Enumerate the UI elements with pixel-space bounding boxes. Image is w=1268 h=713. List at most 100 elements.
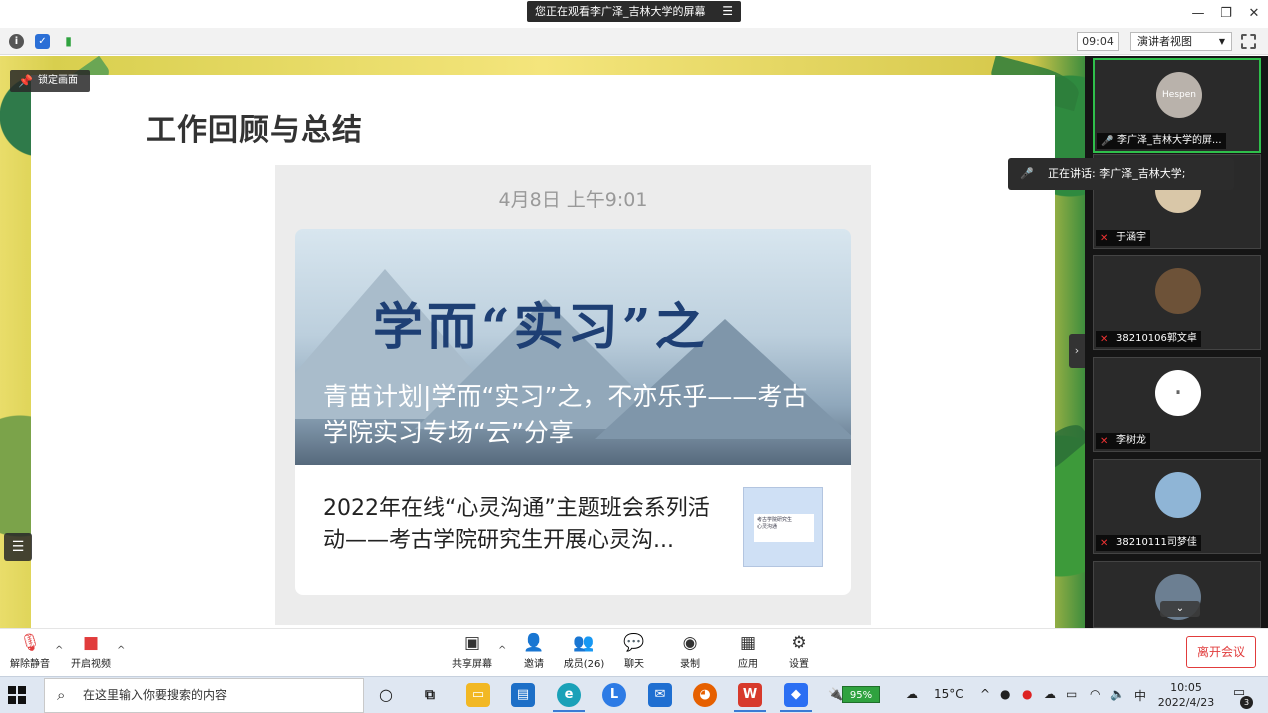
thumbnail-title: 考古学院研究生 (757, 517, 793, 523)
members-button[interactable]: 👥 成员(26) (556, 633, 612, 670)
article-card: 2022年在线“心灵沟通”主题班会系列活动——考古学院研究生开展心灵沟... 考… (295, 465, 851, 595)
avatar: ⏸ (1155, 370, 1201, 416)
apps-label: 应用 (738, 659, 758, 670)
meeting-timer: 09:04 (1077, 32, 1119, 51)
close-button[interactable]: ✕ (1244, 4, 1264, 24)
invite-button[interactable]: 👤 邀请 (506, 633, 562, 670)
cortana-icon[interactable]: ○ (374, 683, 398, 707)
microphone-muted-icon: ✕ (1100, 538, 1109, 549)
add-user-icon: 👤 (523, 633, 545, 653)
microphone-muted-icon: ✕ (1100, 334, 1109, 345)
wifi-icon[interactable]: ◠ (1090, 687, 1100, 701)
lock-view-label: 锁定画面 (38, 75, 78, 86)
members-label: 成员(26) (563, 659, 605, 670)
shield-icon[interactable]: ✓ (35, 34, 50, 49)
chat-icon: 💬 (623, 633, 645, 653)
chevron-up-icon[interactable]: ^ (980, 687, 990, 701)
thumbnail-subtitle: 心灵沟通 (757, 524, 778, 530)
share-screen-icon: ▣ (463, 633, 481, 653)
power-icon[interactable]: 🔌 (828, 687, 843, 701)
chevron-right-icon[interactable]: › (1069, 334, 1085, 368)
slide-title: 工作回顾与总结 (146, 113, 363, 148)
participant-tile[interactable]: ✕ 38210106郭文卓 (1093, 255, 1261, 350)
tencent-meeting-icon[interactable]: ◆ (784, 683, 808, 707)
active-app-indicator (780, 710, 812, 712)
chevron-up-icon[interactable]: ^ (117, 645, 125, 656)
share-banner[interactable]: 您正在观看李广泽_吉林大学的屏幕 ☰ (527, 1, 741, 22)
taskbar-search-input[interactable]: ⌕ 在这里输入你要搜索的内容 (44, 678, 364, 713)
firefox-icon[interactable]: ◕ (693, 683, 717, 707)
share-banner-text: 您正在观看李广泽_吉林大学的屏幕 (535, 5, 706, 18)
speaker-icon[interactable]: 🔈 (1110, 687, 1125, 701)
participant-name-text: 李广泽_吉林大学的屏... (1117, 135, 1222, 146)
microphone-muted-icon: ✕ (1100, 436, 1109, 447)
participant-name-text: 于涵宇 (1116, 232, 1146, 243)
unmute-button[interactable]: 🎙 解除静音 (2, 633, 58, 670)
browser-icon[interactable]: L (602, 683, 626, 707)
participant-tile[interactable]: ⏸ ✕ 李树龙 (1093, 357, 1261, 452)
article-screenshot: 4月8日 上午9:01 学而“实习”之 青苗计划|学而“实习”之，不亦乐乎——考… (275, 165, 871, 625)
notification-count: 3 (1240, 696, 1253, 709)
task-view-icon[interactable]: ⧉ (418, 683, 442, 707)
fullscreen-icon[interactable] (1241, 34, 1256, 49)
start-video-label: 开启视频 (71, 659, 111, 670)
active-app-indicator (553, 710, 585, 712)
settings-button[interactable]: ⚙ 设置 (771, 633, 827, 670)
edge-icon[interactable]: e (557, 683, 581, 707)
view-mode-label: 演讲者视图 (1137, 35, 1192, 48)
battery-indicator[interactable]: 95% (842, 686, 880, 703)
notification-icon[interactable]: ▭ 3 (1229, 685, 1253, 709)
menu-icon[interactable]: ☰ (722, 1, 733, 22)
ime-indicator[interactable]: 中 (1134, 687, 1146, 704)
apps-icon: ▦ (739, 633, 757, 653)
members-icon: 👥 (573, 633, 595, 653)
participant-tile[interactable]: Hespen 🎤 李广泽_吉林大学的屏... (1093, 58, 1261, 153)
participant-tile[interactable]: ✕ 38210111司梦佳 (1093, 459, 1261, 554)
participant-name: 🎤 李广泽_吉林大学的屏... (1097, 133, 1226, 149)
participant-name: ✕ 李树龙 (1096, 433, 1150, 449)
scroll-down-icon[interactable]: ⌄ (1160, 601, 1200, 617)
share-screen-button[interactable]: ▣ 共享屏幕 (444, 633, 500, 670)
leave-meeting-button[interactable]: 离开会议 (1186, 636, 1256, 668)
active-app-indicator (734, 710, 766, 712)
clock[interactable]: 10:05 2022/4/23 (1148, 680, 1224, 710)
info-icon[interactable]: i (9, 34, 24, 49)
wps-icon[interactable]: W (738, 683, 762, 707)
minimize-button[interactable]: — (1188, 4, 1208, 24)
start-video-button[interactable]: ■ 开启视频 (63, 633, 119, 670)
search-icon: ⌕ (57, 686, 66, 704)
lock-view-button[interactable]: 📌 锁定画面 (10, 70, 90, 92)
slide: 工作回顾与总结 4月8日 上午9:01 学而“实习”之 青苗计划|学而“实习”之… (31, 75, 1055, 628)
article-card-featured: 学而“实习”之 青苗计划|学而“实习”之，不亦乐乎——考古学院实习专场“云”分享 (295, 229, 851, 465)
participant-panel: Hespen 🎤 李广泽_吉林大学的屏... ✕ 于涵宇 ✕ 38210106郭… (1085, 56, 1268, 628)
qq-icon[interactable]: ● (1000, 687, 1010, 701)
gear-icon: ⚙ (791, 633, 807, 653)
battery-icon[interactable]: ▭ (1066, 687, 1077, 701)
qq-alert-icon[interactable]: ● (1022, 687, 1032, 701)
restore-button[interactable]: ❐ (1216, 4, 1236, 24)
signal-icon[interactable]: ▮ (61, 34, 76, 49)
list-icon[interactable]: ☰ (4, 533, 32, 561)
avatar (1155, 472, 1201, 518)
weather-icon[interactable]: ☁ (906, 687, 918, 701)
taskbar: ⌕ 在这里输入你要搜索的内容 ○ ⧉ ▭ ▤ e L ✉ ◕ W ◆ 🔌 95%… (0, 676, 1268, 713)
file-explorer-icon[interactable]: ▭ (466, 683, 490, 707)
windows-start-icon[interactable] (8, 686, 26, 704)
invite-label: 邀请 (524, 659, 544, 670)
participant-name: ✕ 于涵宇 (1096, 230, 1150, 246)
cloud-icon[interactable]: ☁ (1044, 687, 1056, 701)
settings-label: 设置 (789, 659, 809, 670)
chat-button[interactable]: 💬 聊天 (606, 633, 662, 670)
view-mode-button[interactable]: 演讲者视图 ▼ (1130, 32, 1232, 51)
search-placeholder: 在这里输入你要搜索的内容 (83, 688, 228, 702)
store-icon[interactable]: ▤ (511, 683, 535, 707)
weather-temperature[interactable]: 15°C (934, 687, 964, 701)
apps-button[interactable]: ▦ 应用 (720, 633, 776, 670)
record-button[interactable]: ◉ 录制 (662, 633, 718, 670)
microphone-muted-icon: ✕ (1100, 233, 1109, 244)
banner-calligraphy: 学而“实习”之 (373, 297, 709, 356)
participant-tile[interactable] (1093, 561, 1261, 628)
record-label: 录制 (680, 659, 700, 670)
mail-icon[interactable]: ✉ (648, 683, 672, 707)
participant-name: ✕ 38210106郭文卓 (1096, 331, 1201, 347)
